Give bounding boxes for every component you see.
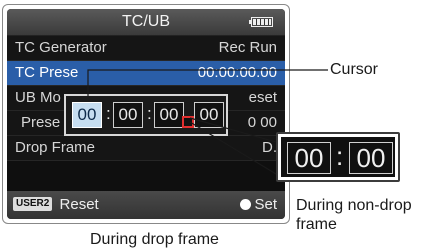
tc-minutes-field[interactable]: 00 (113, 102, 143, 128)
menu-item-value: Rec Run (218, 39, 277, 56)
menu-item-label: Drop Frame (15, 139, 96, 156)
non-drop-frames-field: 00 (349, 142, 393, 174)
tc-separator: : (106, 104, 111, 123)
menu-item-value: eset (248, 89, 277, 106)
menu-item-label: Prese (21, 114, 61, 131)
menu-title: TC/UB (122, 13, 170, 30)
menu-item-tc-preset[interactable]: TC Prese 00:00:00.00 (7, 61, 285, 86)
menu-item-label: TC Prese (15, 64, 79, 81)
drop-frame-marker-icon (182, 116, 194, 128)
tc-hours-field[interactable]: 00 (72, 102, 102, 128)
user2-button-icon[interactable]: USER2 (13, 197, 53, 212)
menu-item-value: D. (262, 139, 277, 156)
menu-title-bar: TC/UB (7, 9, 285, 36)
tc-separator: : (147, 104, 152, 123)
tc-edit-popup: 00 : 00 : 00 00 (64, 94, 228, 136)
menu-item-label: TC Generator (15, 39, 107, 56)
cursor-annotation: Cursor (330, 61, 379, 78)
set-label: Set (254, 196, 277, 213)
non-drop-separator: : (336, 141, 344, 171)
drop-frame-annotation: During drop frame (90, 231, 219, 248)
tc-seconds-field[interactable]: 00 (154, 102, 184, 128)
reset-label: Reset (59, 196, 99, 213)
battery-icon (249, 17, 273, 27)
non-drop-inset: 00 : 00 (276, 132, 400, 182)
menu-bottom-bar: USER2 Reset Set (7, 191, 285, 219)
set-dot-icon (240, 198, 252, 210)
menu-item-value: 00:00:00.00 (197, 64, 277, 81)
menu-item-value: 0 00 (247, 114, 277, 131)
non-drop-seconds-field: 00 (287, 142, 331, 174)
menu-item-drop-frame[interactable]: Drop Frame D. (7, 136, 285, 161)
tc-frames-field[interactable]: 00 (194, 102, 224, 128)
set-button[interactable]: Set (240, 191, 277, 219)
menu-item-tc-generator[interactable]: TC Generator Rec Run (7, 36, 285, 61)
menu-item-label: UB Mo (15, 89, 61, 106)
non-drop-display: 00 : 00 (281, 137, 395, 177)
non-drop-annotation: During non-drop frame (296, 197, 412, 233)
